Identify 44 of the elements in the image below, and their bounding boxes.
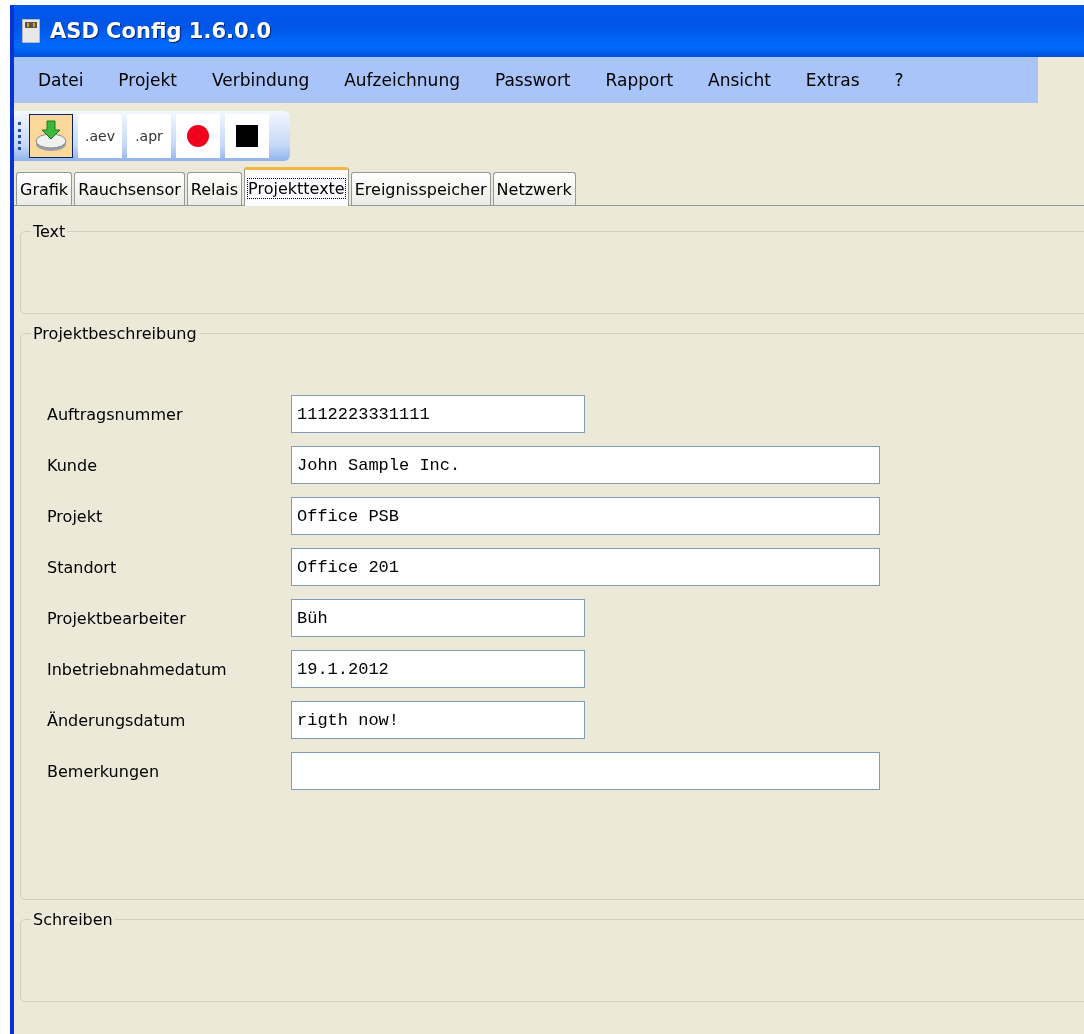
text-field[interactable]: 19.1.2012 <box>291 650 585 688</box>
text-field[interactable]: John Sample Inc. <box>291 446 880 484</box>
toolbar-button[interactable] <box>225 114 269 158</box>
record-icon <box>186 124 210 148</box>
group-title: Text <box>32 222 67 241</box>
field-label: Bemerkungen <box>47 761 161 781</box>
menu-item[interactable]: Ansicht <box>708 70 790 90</box>
text-field[interactable]: 1112223331111 <box>291 395 585 433</box>
text-field[interactable]: Office PSB <box>291 497 880 535</box>
disk-download-icon <box>34 119 68 153</box>
menu-item[interactable]: Extras <box>805 70 879 90</box>
tab[interactable]: Relais <box>186 172 243 205</box>
text-field[interactable]: rigth now! <box>291 701 585 739</box>
field-label: Inbetriebnahmedatum <box>47 659 228 679</box>
tab[interactable]: Rauchsensor <box>74 172 185 205</box>
field-label: Auftragsnummer <box>47 404 184 424</box>
group-title: Projektbeschreibung <box>32 324 198 343</box>
stop-icon <box>236 125 258 147</box>
tab[interactable]: Grafik <box>16 172 73 205</box>
tab[interactable]: Netzwerk <box>492 172 576 205</box>
field-label: Projekt <box>47 506 104 526</box>
menu-item[interactable]: Verbindung <box>212 70 329 90</box>
text-field[interactable]: Büh <box>291 599 585 637</box>
group-title: Schreiben <box>32 910 114 929</box>
tab[interactable]: Ereignisspeicher <box>350 172 491 205</box>
menu-item[interactable]: Passwort <box>494 70 590 90</box>
text-field[interactable]: Office 201 <box>291 548 880 586</box>
menu-item[interactable]: Datei <box>38 70 103 90</box>
menu-item[interactable]: Rapport <box>605 70 693 90</box>
field-label: Projektbearbeiter <box>47 608 187 628</box>
field-label: Kunde <box>47 455 98 475</box>
menu-item[interactable]: Aufzeichnung <box>344 70 479 90</box>
window-title: ASD Config 1.6.0.0 <box>50 19 272 43</box>
toolbar-button[interactable] <box>29 114 73 158</box>
text-field[interactable] <box>291 752 880 790</box>
toolbar-button[interactable]: .apr <box>127 114 171 158</box>
field-label: Standort <box>47 557 118 577</box>
tab[interactable]: Projekttexte <box>244 167 349 206</box>
menu-item[interactable]: ? <box>894 70 923 90</box>
toolbar-grip[interactable] <box>18 122 24 150</box>
toolbar-button[interactable]: .aev <box>78 114 122 158</box>
menu-item[interactable]: Projekt <box>118 70 197 90</box>
app-icon <box>22 19 40 43</box>
field-label: Änderungsdatum <box>47 710 187 730</box>
